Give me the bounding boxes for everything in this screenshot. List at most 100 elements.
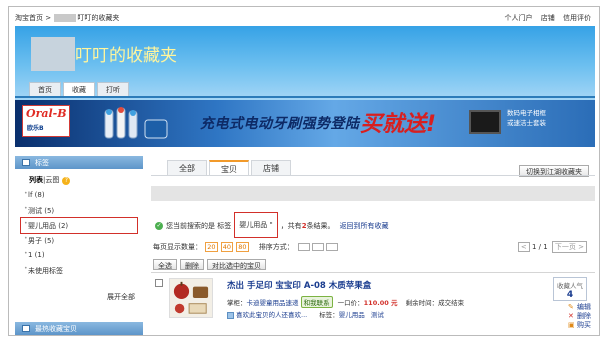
item-meta: 掌柜：卡迪婴童用品速递 和我联系 一口价：110.00 元 剩余时间：成交结束 [227, 296, 464, 308]
page-size-label: 每页显示数量： [153, 243, 202, 251]
tag-item-unused[interactable]: 未使用标签 [15, 263, 143, 278]
cross-icon: ✕ [568, 312, 574, 320]
pencil-icon: ✎ [568, 303, 574, 311]
page-size-option[interactable]: 20 [205, 242, 218, 252]
browser-frame: 淘宝首页 > 叮叮的收藏夹 个人门户 店铺 信用评价 叮叮的收藏夹 首页 收藏 … [8, 6, 600, 336]
brand-name: Oral-B [26, 107, 67, 120]
page-size-option[interactable]: 80 [236, 242, 249, 252]
item-links: 喜欢此宝贝的人还喜欢... 标签：婴儿用品 测试 [227, 309, 384, 319]
banner-divider [15, 96, 595, 98]
redacted-username [54, 14, 77, 22]
buy-label: 购买 [577, 321, 591, 329]
tags-title: 标签 [35, 159, 49, 167]
note-prefix: 您当前搜索的是 标签 [166, 222, 232, 230]
folder-icon [22, 159, 30, 166]
edit-label: 编辑 [577, 303, 591, 311]
ad-side-line: 或速洁士套装 [507, 119, 546, 127]
tag-item[interactable]: 男子 (5) [15, 233, 143, 248]
view-cloud[interactable]: 云图 [45, 176, 59, 184]
sort-time-select[interactable] [298, 243, 311, 251]
portal-link[interactable]: 个人门户 [505, 14, 533, 22]
remove-button[interactable]: ✕ 删除 [568, 312, 591, 321]
oralb-logo: Oral-B 欧乐B [22, 105, 70, 137]
tag-item-selected[interactable]: 婴儿用品 (2) [20, 217, 138, 234]
delete-button[interactable]: 删除 [180, 259, 204, 270]
nav-home[interactable]: 首页 [29, 82, 61, 96]
main-content: 全部 宝贝 店铺 切换到江湖收藏夹 ✓ 您当前搜索的是 标签 婴儿用品 " ，共有2条… [151, 156, 595, 335]
ad-headline: 充电式电动牙刷强势登陆 [200, 116, 360, 132]
row-divider [151, 272, 595, 273]
edit-button[interactable]: ✎ 编辑 [568, 303, 591, 312]
item-checkbox[interactable] [155, 279, 163, 287]
sort-popularity-select[interactable] [326, 243, 339, 251]
sort-price-select[interactable] [312, 243, 325, 251]
popularity-box: 收藏人气 4 [553, 277, 587, 301]
select-all-button[interactable]: 全选 [153, 259, 177, 270]
breadcrumb-separator: > [45, 14, 52, 22]
tab-divider [151, 175, 595, 176]
tab-shops[interactable]: 店铺 [251, 160, 291, 175]
seller-label: 掌柜： [227, 299, 247, 307]
nav-favorites[interactable]: 收藏 [63, 82, 95, 96]
nav-inquire[interactable]: 打听 [97, 82, 129, 96]
also-liked-link[interactable]: 喜欢此宝贝的人还喜欢... [236, 311, 307, 319]
back-to-all-link[interactable]: 返回到所有收藏 [340, 222, 389, 230]
top-bar: 淘宝首页 > 叮叮的收藏夹 个人门户 店铺 信用评价 [9, 7, 599, 27]
item-operations: ✎ 编辑 ✕ 删除 ▣ 购买 [568, 303, 591, 330]
compare-button[interactable]: 对比选中的宝贝 [207, 259, 266, 270]
item-price: 110.00 元 [363, 299, 398, 307]
header-nav: 首页 收藏 打听 [29, 82, 129, 96]
brand-name-cn: 欧乐B [27, 125, 44, 132]
note-text: 条结果。 [306, 222, 335, 230]
view-list[interactable]: 列表 [29, 176, 43, 184]
seller-link[interactable]: 卡迪婴童用品速递 [247, 299, 299, 307]
item-tag-link[interactable]: 婴儿用品 [339, 311, 365, 319]
tab-all[interactable]: 全部 [167, 160, 207, 175]
cart-icon: ▣ [568, 321, 575, 329]
ad-cta[interactable]: 买就送! [360, 106, 436, 138]
page-size-option[interactable]: 40 [220, 242, 234, 252]
bulk-actions: 全选 删除 对比选中的宝贝 [153, 259, 266, 270]
recommend-icon [227, 311, 234, 319]
remaining-time: 剩余时间：成交结束 [405, 299, 465, 307]
tag-item[interactable]: 1 (1) [15, 248, 143, 263]
avatar [31, 37, 75, 71]
credit-link[interactable]: 信用评价 [563, 14, 591, 22]
ad-banner[interactable]: Oral-B 欧乐B 充电式电动牙刷强势登陆 买就送! 数码电子相框 或速洁士套… [15, 100, 595, 147]
shop-link[interactable]: 店铺 [541, 14, 555, 22]
pager: < 1 / 1 下一页 > [516, 241, 587, 253]
popularity-label: 收藏人气 [557, 282, 583, 290]
help-icon[interactable]: ? [62, 177, 71, 185]
tags-header: 标签 [15, 156, 143, 169]
next-page-button[interactable]: 下一页 > [551, 241, 587, 253]
expand-all-link[interactable]: 展开全部 [107, 292, 135, 302]
sidebar: 标签 列表|云图? lf (8) 测试 (5) 婴儿用品 (2) 男子 (5) … [15, 156, 143, 335]
item-title-link[interactable]: 杰出 手足印 宝宝印 A-08 木质苹果盒 [227, 279, 371, 291]
wangwang-contact-button[interactable]: 和我联系 [300, 296, 333, 308]
breadcrumb-current: 叮叮的收藏夹 [77, 14, 120, 22]
buy-button[interactable]: ▣ 购买 [568, 321, 591, 330]
list-item: 杰出 手足印 宝宝印 A-08 木质苹果盒 掌柜：卡迪婴童用品速递 和我联系 一… [151, 275, 595, 335]
tab-items[interactable]: 宝贝 [209, 160, 249, 175]
check-icon: ✓ [155, 222, 163, 230]
hot-items-header: 最热收藏宝贝 [15, 322, 143, 335]
top-links: 个人门户 店铺 信用评价 [499, 13, 591, 23]
note-text: ，共有 [280, 222, 302, 230]
breadcrumb-home-link[interactable]: 淘宝首页 [15, 14, 43, 22]
remove-label: 删除 [577, 312, 591, 320]
tag-item[interactable]: lf (8) [15, 188, 143, 203]
folder-icon [22, 325, 30, 332]
popularity-count: 4 [566, 290, 574, 300]
prev-page-button[interactable]: < [517, 242, 530, 252]
item-tag-link[interactable]: 测试 [371, 311, 384, 319]
note-tag: 婴儿用品 " [234, 212, 278, 238]
photo-frame-image [469, 110, 501, 134]
item-thumbnail[interactable] [169, 278, 213, 318]
tag-item[interactable]: 测试 (5) [15, 203, 143, 218]
price-label: 一口价： [337, 299, 364, 307]
ad-side-text: 数码电子相框 或速洁士套装 [507, 108, 546, 128]
tag-list: lf (8) 测试 (5) 婴儿用品 (2) 男子 (5) 1 (1) 未使用标… [15, 188, 143, 278]
content-tabs: 全部 宝贝 店铺 [167, 160, 291, 175]
breadcrumb: 淘宝首页 > 叮叮的收藏夹 [15, 13, 119, 23]
hot-items-title: 最热收藏宝贝 [35, 325, 77, 333]
